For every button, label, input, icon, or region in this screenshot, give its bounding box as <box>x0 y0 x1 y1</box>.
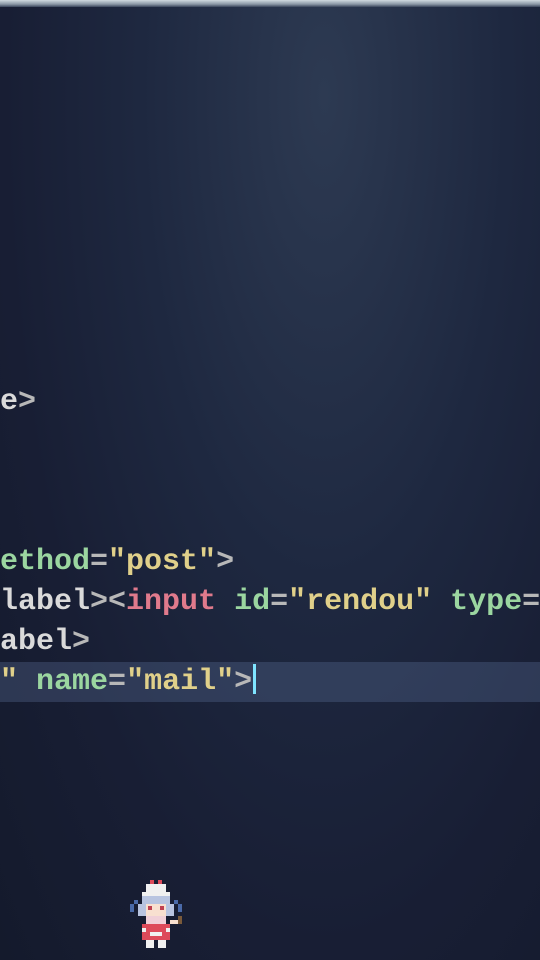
mascot-sprite <box>130 880 184 950</box>
code-line[interactable] <box>0 142 540 182</box>
code-line[interactable] <box>0 102 540 142</box>
code-line[interactable] <box>0 222 540 262</box>
code-token: "mail" <box>126 665 234 699</box>
code-line[interactable]: abel> <box>0 622 540 662</box>
screen-bezel-highlight <box>0 0 540 7</box>
code-token: id <box>234 585 270 619</box>
code-line[interactable] <box>0 462 540 502</box>
code-line[interactable] <box>0 182 540 222</box>
code-token <box>216 585 234 619</box>
code-line[interactable] <box>0 262 540 302</box>
code-line[interactable]: " name="mail"> <box>0 662 540 702</box>
code-token: = <box>108 665 126 699</box>
code-line[interactable]: label><input id="rendou" type=" <box>0 582 540 622</box>
code-line[interactable] <box>0 502 540 542</box>
text-cursor <box>253 664 256 694</box>
code-line[interactable]: e> <box>0 382 540 422</box>
code-token: = <box>522 585 540 619</box>
code-token: >< <box>90 585 126 619</box>
code-editor-viewport[interactable]: e> ethod="post">label><input id="rendou"… <box>0 22 540 702</box>
code-token: input <box>126 585 216 619</box>
code-token: abel <box>0 625 72 659</box>
code-line[interactable] <box>0 22 540 62</box>
code-token: e <box>0 385 18 419</box>
code-line[interactable] <box>0 62 540 102</box>
code-token: ethod <box>0 545 90 579</box>
code-token: > <box>234 665 252 699</box>
code-token: "rendou" <box>288 585 432 619</box>
code-token: "post" <box>108 545 216 579</box>
code-line[interactable] <box>0 302 540 342</box>
code-token: = <box>90 545 108 579</box>
code-token: > <box>216 545 234 579</box>
code-token: name <box>36 665 108 699</box>
code-token <box>18 665 36 699</box>
code-token: > <box>18 385 36 419</box>
code-line[interactable] <box>0 422 540 462</box>
code-token: type <box>450 585 522 619</box>
code-token: " <box>0 665 18 699</box>
code-line[interactable] <box>0 342 540 382</box>
code-token <box>432 585 450 619</box>
code-token: label <box>0 585 90 619</box>
code-token: > <box>72 625 90 659</box>
code-line[interactable]: ethod="post"> <box>0 542 540 582</box>
code-token: = <box>270 585 288 619</box>
